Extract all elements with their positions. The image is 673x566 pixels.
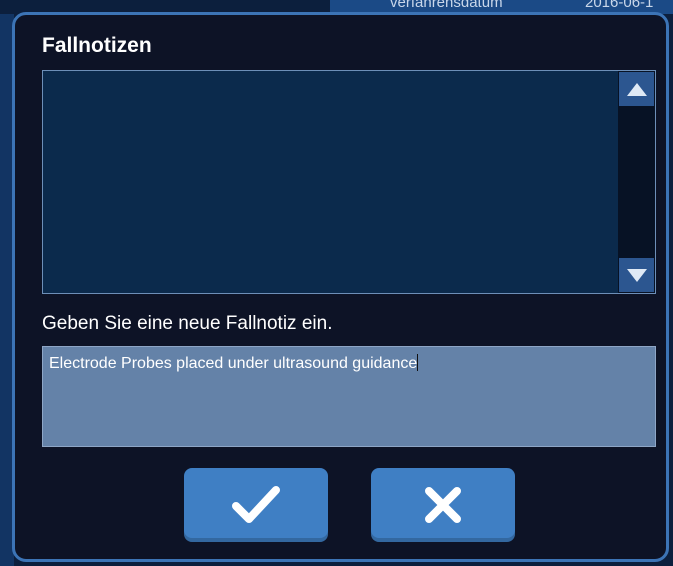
triangle-up-icon: [626, 82, 647, 96]
scroll-down-button[interactable]: [619, 258, 654, 292]
background-header-text: verfahrensdatum: [390, 0, 503, 11]
dialog-title: Fallnotizen: [42, 34, 152, 57]
case-notes-content: [43, 71, 618, 293]
notes-scrollbar[interactable]: [618, 71, 655, 293]
new-note-label: Geben Sie eine neue Fallnotiz ein.: [42, 313, 333, 334]
x-icon: [425, 487, 461, 523]
triangle-down-icon: [626, 268, 647, 282]
text-caret: [417, 354, 419, 371]
confirm-button[interactable]: [184, 468, 328, 542]
background-header-date: 2016-06-1: [585, 0, 654, 11]
new-note-input[interactable]: Electrode Probes placed under ultrasound…: [42, 346, 656, 447]
new-note-text: Electrode Probes placed under ultrasound…: [49, 355, 418, 372]
cancel-button[interactable]: [371, 468, 515, 542]
scroll-up-button[interactable]: [619, 72, 654, 106]
checkmark-icon: [232, 486, 280, 523]
case-notes-list[interactable]: [42, 70, 656, 294]
case-notes-dialog: Fallnotizen Geben Sie eine neue Fallnoti…: [12, 12, 669, 562]
